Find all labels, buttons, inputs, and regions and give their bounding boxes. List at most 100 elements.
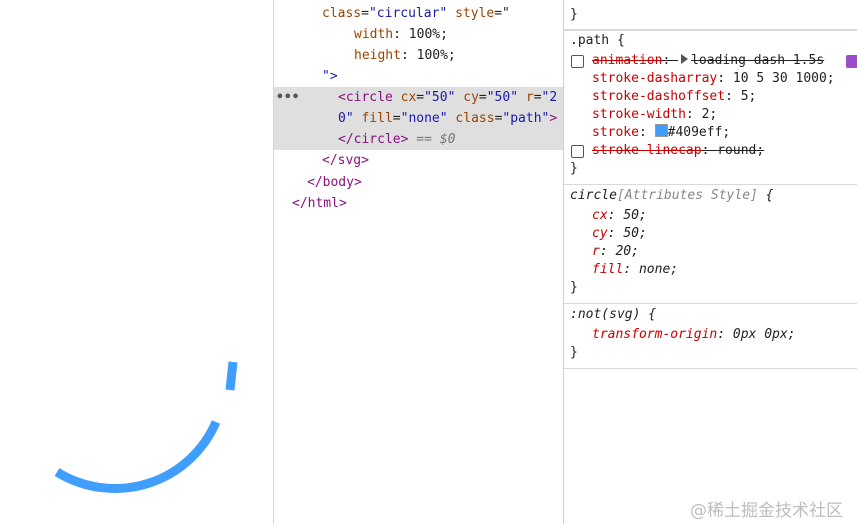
code-token: </html>	[292, 196, 347, 211]
dashoffset-value: 5;	[740, 89, 757, 104]
dasharray-prop: stroke-dasharray	[592, 71, 718, 86]
dom-tree-code: height: 100%;	[354, 45, 456, 66]
stroke-value: #409eff;	[667, 125, 731, 140]
dom-tree-code: class="circular" style="	[322, 3, 510, 24]
cx-value: 50;	[623, 208, 647, 223]
transform-origin-declaration: transform-origin: 0px 0px;	[592, 327, 796, 342]
spinner-dash-long	[54, 420, 221, 494]
code-token: =	[478, 90, 487, 105]
code-token: =	[392, 111, 401, 126]
dom-tree-line[interactable]: height: 100%;	[274, 45, 563, 66]
dashoffset-declaration[interactable]: stroke-dashoffset: 5;	[592, 88, 756, 106]
code-token: </circle>	[338, 132, 409, 147]
code-token: style	[455, 6, 495, 21]
dom-tree-code: </svg>	[322, 150, 369, 171]
dom-tree-code: 0" fill="none" class="path">	[338, 108, 557, 129]
animation-value: loading-dash 1.5s	[691, 53, 825, 68]
open-brace: {	[757, 188, 774, 203]
dom-tree-line[interactable]: 0" fill="none" class="path">	[274, 108, 563, 129]
dom-tree-code: width: 100%;	[354, 24, 448, 45]
dom-tree-code: <circle cx="50" cy="50" r="2	[338, 87, 557, 108]
code-token: ="	[494, 6, 510, 21]
edit-checkbox-icon[interactable]	[846, 55, 857, 68]
linecap-toggle-checkbox[interactable]	[571, 145, 584, 158]
code-token: "circular"	[368, 6, 448, 21]
code-token: >	[549, 111, 558, 126]
dom-tree-line[interactable]: </body>	[274, 172, 563, 193]
spinner-dash-short	[225, 361, 238, 391]
animation-prop: animation	[592, 53, 663, 68]
previous-rule-close: }	[570, 7, 578, 22]
animation-toggle-checkbox[interactable]	[571, 55, 584, 68]
code-token: </body>	[307, 175, 362, 190]
more-options-icon[interactable]: •••	[276, 87, 299, 108]
stroke-width-value: 2;	[701, 107, 718, 122]
dom-tree-line[interactable]: class="circular" style="	[274, 3, 563, 24]
dasharray-declaration[interactable]: stroke-dasharray: 10 5 30 1000;	[592, 70, 835, 88]
dom-tree-line[interactable]: </html>	[274, 193, 563, 214]
dom-tree-line[interactable]: </svg>	[274, 150, 563, 171]
code-token: r	[525, 90, 534, 105]
cy-declaration: cy: 50;	[592, 226, 647, 241]
code-token: width	[354, 27, 394, 42]
dasharray-value: 10 5 30 1000;	[732, 71, 835, 86]
code-token: "50"	[424, 90, 456, 105]
code-token: =	[416, 90, 425, 105]
dom-tree-code: ">	[322, 66, 338, 87]
divider	[564, 303, 857, 304]
code-token: == $0	[408, 132, 456, 147]
cy-value: 50;	[623, 226, 647, 241]
dom-tree-line[interactable]: ">	[274, 66, 563, 87]
code-token: : 100%;	[400, 48, 456, 63]
dom-tree-line[interactable]: </circle> == $0	[274, 129, 563, 150]
code-token: 0"	[338, 111, 354, 126]
elements-panel[interactable]: class="circular" style=" width: 100%; heig…	[274, 0, 563, 524]
code-token: class	[455, 111, 495, 126]
code-token: fill	[361, 111, 393, 126]
code-token: =	[361, 6, 369, 21]
transform-origin-prop: transform-origin	[592, 327, 718, 342]
fill-prop: fill	[592, 262, 624, 277]
circle-attr-selector[interactable]: circle[Attributes Style] {	[570, 187, 774, 205]
stroke-declaration[interactable]: stroke: #409eff;	[592, 124, 730, 142]
circle-selector: circle	[570, 188, 617, 203]
divider	[564, 368, 857, 369]
code-token: "path"	[502, 111, 550, 126]
color-swatch[interactable]	[654, 124, 668, 137]
stroke-width-prop: stroke-width	[592, 107, 686, 122]
attributes-style-label: [Attributes Style]	[616, 188, 758, 203]
transform-origin-value: 0px 0px;	[732, 327, 796, 342]
animation-declaration[interactable]: animation: loading-dash 1.5s	[592, 52, 824, 70]
stroke-width-declaration[interactable]: stroke-width: 2;	[592, 106, 717, 124]
code-token: <circle	[338, 90, 401, 105]
code-token: =	[533, 90, 542, 105]
watermark: @稀土掘金技术社区	[690, 501, 843, 521]
linecap-declaration[interactable]: stroke-linecap: round;	[592, 142, 764, 160]
fill-declaration: fill: none;	[592, 262, 679, 277]
not-svg-selector[interactable]: :not(svg) {	[570, 306, 656, 324]
r-prop: r	[592, 244, 600, 259]
code-token: : 100%;	[393, 27, 448, 42]
divider	[564, 184, 857, 185]
code-token: cy	[463, 90, 479, 105]
dom-tree-line[interactable]: width: 100%;	[274, 24, 563, 45]
cx-prop: cx	[592, 208, 608, 223]
path-rule-selector[interactable]: .path {	[570, 32, 625, 50]
dashoffset-prop: stroke-dashoffset	[592, 89, 726, 104]
code-token: ">	[322, 69, 338, 84]
linecap-value: round;	[717, 143, 765, 158]
code-token: </svg>	[322, 153, 369, 168]
dom-tree-line[interactable]: ••• <circle cx="50" cy="50" r="2	[274, 87, 563, 108]
dom-tree-code: </html>	[292, 193, 347, 214]
expand-arrow-icon[interactable]	[681, 54, 689, 64]
loading-spinner-arc	[54, 361, 238, 494]
fill-value: none;	[638, 262, 679, 277]
circle-rule-close: }	[570, 280, 578, 295]
dom-tree-code: </circle> == $0	[338, 129, 455, 150]
stroke-prop: stroke	[592, 125, 639, 140]
code-token: "50"	[486, 90, 519, 105]
divider	[564, 29, 857, 31]
r-declaration: r: 20;	[592, 244, 639, 259]
